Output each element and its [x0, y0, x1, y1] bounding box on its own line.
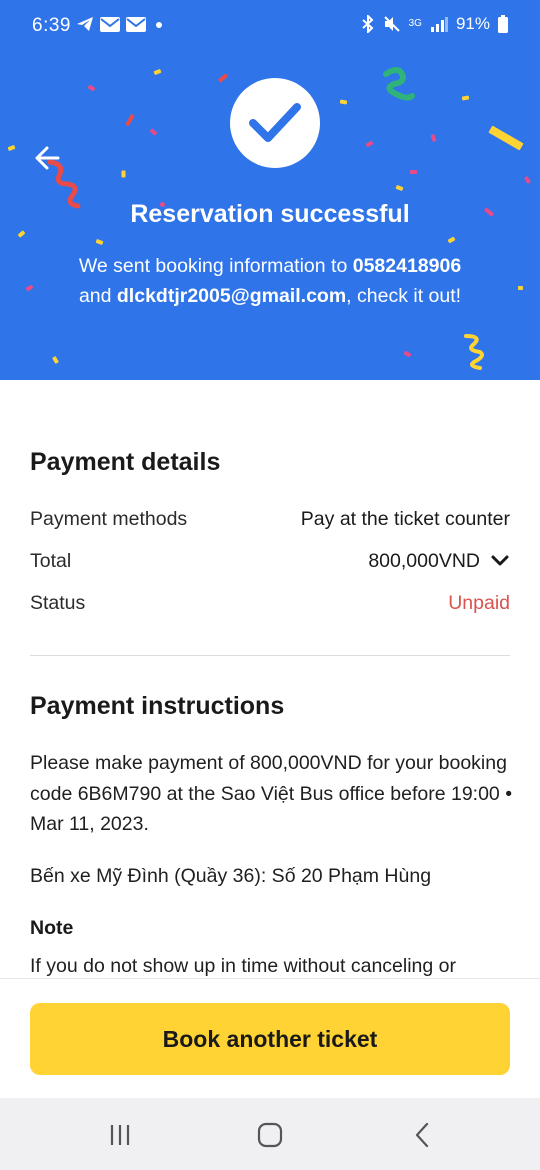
status-bar: 6:39 3G 91% — [0, 0, 540, 52]
payment-method-value: Pay at the ticket counter — [300, 507, 510, 530]
payment-details-title: Payment details — [30, 448, 221, 476]
total-amount: 800,000VND — [368, 549, 480, 572]
back-icon — [415, 1122, 429, 1148]
recent-apps-icon — [110, 1125, 130, 1145]
total-row[interactable]: Total 800,000VND — [30, 546, 510, 576]
checkmark-icon — [249, 103, 301, 142]
success-check-badge — [230, 78, 320, 168]
battery-icon — [498, 15, 508, 33]
telegram-icon — [77, 17, 93, 31]
system-navigation-bar — [0, 1098, 540, 1170]
signal-icon — [430, 17, 448, 32]
home-button[interactable] — [255, 1120, 285, 1150]
phone-number: 0582418906 — [352, 255, 462, 277]
email-address: dlckdtjr2005@gmail.com — [116, 285, 347, 307]
message-line2-prefix: and — [78, 285, 117, 307]
back-arrow-icon — [35, 146, 60, 170]
network-type: 3G — [408, 18, 422, 29]
page-title: Reservation successful — [130, 200, 410, 228]
recent-apps-button[interactable] — [105, 1120, 135, 1150]
status-time: 6:39 — [32, 15, 71, 36]
bluetooth-icon — [361, 15, 374, 33]
instructions-text: Please make payment of 800,000VND for yo… — [30, 752, 513, 835]
chevron-down-icon — [491, 555, 509, 566]
note-title: Note — [30, 917, 74, 939]
system-back-button[interactable] — [408, 1120, 438, 1150]
dot-icon — [156, 22, 162, 28]
message-line1-prefix: We sent booking information to — [78, 255, 353, 277]
row-label: Payment methods — [30, 507, 188, 530]
payment-method-row: Payment methods Pay at the ticket counte… — [30, 504, 510, 534]
system-icons: 3G 91% — [361, 14, 508, 34]
message-line2-suffix: , check it out! — [346, 285, 462, 307]
mute-icon — [383, 16, 400, 32]
row-label: Status — [30, 591, 86, 614]
payment-instructions-title: Payment instructions — [30, 692, 285, 720]
total-value-toggle[interactable]: 800,000VND — [368, 550, 510, 573]
mail-icon — [126, 16, 146, 32]
back-button[interactable] — [30, 140, 66, 176]
note-text: If you do not show up in time without ca… — [30, 955, 456, 977]
section-divider — [30, 655, 510, 656]
home-icon — [257, 1122, 283, 1148]
notification-icons — [76, 16, 166, 32]
status-row: Status Unpaid — [30, 588, 510, 618]
mail-icon — [100, 16, 120, 32]
status-badge: Unpaid — [448, 591, 510, 614]
row-label: Total — [30, 549, 72, 572]
book-another-ticket-button[interactable]: Book another ticket — [30, 1003, 510, 1075]
office-location: Bến xe Mỹ Đình (Quầy 36): Số 20 Phạm Hùn… — [30, 865, 432, 887]
confirmation-message: We sent booking information to 058241890… — [20, 251, 520, 311]
success-hero: Reservation successful We sent booking i… — [0, 0, 540, 380]
battery-percent: 91% — [455, 14, 490, 33]
